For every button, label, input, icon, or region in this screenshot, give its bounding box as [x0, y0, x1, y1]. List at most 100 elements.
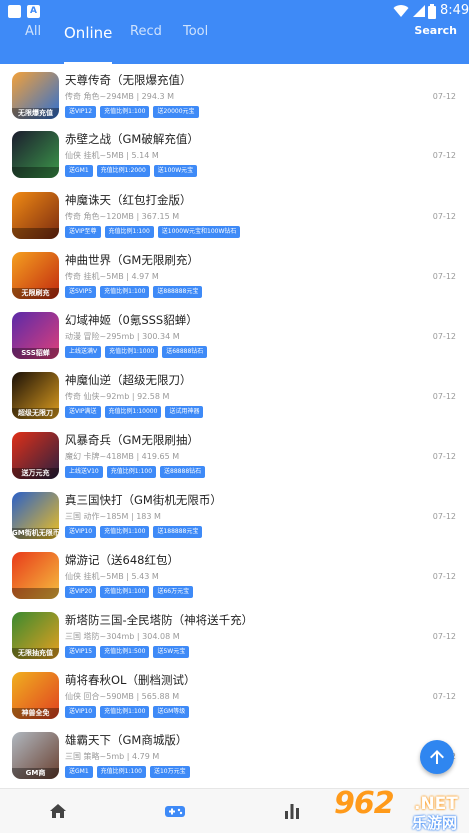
- status-bar: A 8:49: [0, 0, 469, 24]
- game-icon-caption: 超级无限刀: [12, 408, 59, 419]
- search-button[interactable]: Search: [414, 24, 457, 64]
- game-tag: 充值比例1:100: [106, 466, 157, 478]
- arrow-up-icon: [430, 750, 444, 764]
- game-meta: 仙侠 回合~590MB | 565.88 M: [65, 692, 180, 701]
- tab-recd[interactable]: Recd: [130, 24, 162, 64]
- nav-stats[interactable]: [284, 802, 304, 822]
- tab-label: Tool: [183, 24, 209, 39]
- game-tag: 充值比例1:100: [96, 766, 146, 778]
- game-meta: 魔幻 卡牌~418MB | 419.65 M: [65, 452, 180, 461]
- game-tag: 送68888钻石: [162, 346, 208, 358]
- game-icon-caption: GM街机无限币: [12, 528, 59, 539]
- game-date: 07-12: [432, 692, 456, 701]
- game-tag: 送888888元宝: [153, 286, 203, 298]
- signal-icon: [413, 5, 425, 17]
- game-icon-caption: [12, 167, 59, 178]
- game-list-item[interactable]: 神兽全免 萌将春秋OL（删档测试） 仙侠 回合~590MB | 565.88 M 送V…: [0, 668, 469, 728]
- game-tag: 上线送V10: [65, 466, 103, 478]
- game-list-item[interactable]: 神魔诛天（红包打金版） 传奇 角色~120MB | 367.15 M 送VIP至尊充…: [0, 188, 469, 248]
- nav-games[interactable]: [164, 802, 185, 822]
- game-list-item[interactable]: 无限抽充值 新塔防三国-全民塔防（神将送千充） 三国 塔防~304mb | 304.…: [0, 608, 469, 668]
- tab-all[interactable]: All: [25, 24, 41, 64]
- game-tags: 送VIP满送 充值比例1:10000 送试用神器: [65, 406, 207, 419]
- game-tags: 送VIP10 充值比例1:100 送188888元宝: [65, 526, 206, 539]
- tab-online[interactable]: Online: [64, 24, 113, 64]
- game-meta: 三国 动作~185M | 183 M: [65, 512, 161, 521]
- game-title: 神曲世界（GM无限刷充）: [65, 253, 199, 267]
- game-list-item[interactable]: 赤壁之战（GM破解充值） 仙侠 挂机~5MB | 5.14 M 送GM1 充值比例1:…: [0, 127, 469, 187]
- game-tag: 送10万元宝: [149, 766, 190, 778]
- game-meta: 三国 策略~5mb | 4.79 M: [65, 752, 160, 761]
- a-icon: A: [27, 5, 40, 18]
- game-title: 天尊传奇（无限爆充值）: [65, 73, 192, 87]
- game-meta: 动漫 冒险~295mb | 300.34 M: [65, 332, 180, 341]
- game-icon-caption: 送万元充: [12, 468, 59, 479]
- game-meta: 三国 塔防~304mb | 304.08 M: [65, 632, 180, 641]
- game-list-item[interactable]: GM商 雄霸天下（GM商城版） 三国 策略~5mb | 4.79 M 送GM1 充值比例…: [0, 728, 469, 788]
- game-list-item[interactable]: 嫦游记（送648红包） 仙侠 挂机~5MB | 5.43 M 送VIP20 充值比例1…: [0, 548, 469, 608]
- game-list-item[interactable]: 送万元充 风暴奇兵（GM无限刷抽） 魔幻 卡牌~418MB | 419.65 M 上线…: [0, 428, 469, 488]
- game-title: 萌将春秋OL（删档测试）: [65, 673, 196, 687]
- game-tag: 送1000W元宝和100W钻石: [157, 226, 241, 238]
- game-list-item[interactable]: GM街机无限币 真三国快打（GM街机无限币） 三国 动作~185M | 183 M 送…: [0, 488, 469, 548]
- game-icon-caption: 无限刷充: [12, 288, 59, 299]
- game-tags: 送VIP10 充值比例1:100 送GM等级: [65, 706, 193, 719]
- game-list-item[interactable]: 无限刷充 神曲世界（GM无限刷充） 传奇 挂机~5MB | 4.97 M 送SVIP5…: [0, 248, 469, 308]
- game-title: 赤壁之战（GM破解充值）: [65, 132, 199, 146]
- game-meta: 仙侠 挂机~5MB | 5.43 M: [65, 572, 159, 581]
- game-tag: 送88888钻石: [160, 466, 206, 478]
- clock: 8:49: [440, 3, 469, 18]
- game-tags: 送GM1 充值比例1:100 送10万元宝: [65, 766, 194, 779]
- game-icon-caption: GM商: [12, 768, 59, 779]
- game-tag: 上线送满V: [65, 346, 102, 358]
- game-icon-caption: 无限抽充值: [12, 648, 59, 659]
- game-title: 新塔防三国-全民塔防（神将送千充）: [65, 613, 254, 627]
- game-tags: 送GM1 充值比例1:2000 送100W元宝: [65, 165, 201, 178]
- game-date: 07-12: [432, 632, 456, 641]
- game-tag: 充值比例1:100: [104, 226, 154, 238]
- game-tag: 送GM等级: [153, 706, 190, 718]
- app-icon: [8, 5, 21, 18]
- game-icon: 无限爆充值: [12, 72, 59, 119]
- game-tag: 送试用神器: [165, 406, 204, 418]
- game-tag: 充值比例1:100: [100, 106, 150, 118]
- game-meta: 仙侠 挂机~5MB | 5.14 M: [65, 151, 159, 160]
- game-tag: 充值比例1:10000: [104, 406, 162, 418]
- game-meta: 传奇 仙侠~92mb | 92.58 M: [65, 392, 170, 401]
- game-date: 07-12: [432, 452, 456, 461]
- battery-icon: [428, 4, 436, 19]
- game-tags: 上线送V10 充值比例1:100 送88888钻石: [65, 466, 209, 479]
- game-icon: 神兽全免: [12, 672, 59, 719]
- game-tag: 送VIP15: [65, 646, 97, 658]
- game-list-item[interactable]: 无限爆充值 天尊传奇（无限爆充值） 传奇 角色~294MB | 294.3 M 送VI…: [0, 68, 469, 128]
- game-meta: 传奇 角色~294MB | 294.3 M: [65, 92, 175, 101]
- scroll-to-top-button[interactable]: [420, 740, 454, 774]
- game-tag: 送66万元宝: [153, 586, 194, 598]
- game-icon-caption: [12, 588, 59, 599]
- game-date: 07-12: [432, 572, 456, 581]
- game-tags: 送VIP20 充值比例1:100 送66万元宝: [65, 586, 197, 599]
- game-title: 神魔诛天（红包打金版）: [65, 193, 192, 207]
- game-tags: 送VIP12 充值比例1:100 送20000元宝: [65, 106, 203, 119]
- game-tag: 送SVIP5: [65, 286, 97, 298]
- game-icon: 无限抽充值: [12, 612, 59, 659]
- game-list-item[interactable]: 超级无限刀 神魔仙逆（超级无限刀） 传奇 仙侠~92mb | 92.58 M 送VIP…: [0, 368, 469, 428]
- game-icon: [12, 192, 59, 239]
- watermark-cn: 乐游网: [412, 814, 458, 832]
- tab-label: All: [25, 24, 42, 39]
- game-tag: 送VIP至尊: [65, 226, 101, 238]
- tab-label: Recd: [130, 24, 162, 39]
- game-date: 07-12: [432, 392, 456, 401]
- nav-home[interactable]: [49, 802, 69, 822]
- game-title: 雄霸天下（GM商城版）: [65, 733, 188, 747]
- game-date: 07-12: [432, 92, 456, 101]
- game-list[interactable]: 无限爆充值 天尊传奇（无限爆充值） 传奇 角色~294MB | 294.3 M 送VI…: [0, 64, 469, 788]
- game-tag: 充值比例1:100: [100, 586, 150, 598]
- site-watermark: 962 .NET 乐游网: [330, 786, 469, 833]
- game-title: 嫦游记（送648红包）: [65, 553, 179, 567]
- game-list-item[interactable]: SSS貂蝉 幻域神姬（0氪SSS貂蝉） 动漫 冒险~295mb | 300.34 M…: [0, 308, 469, 368]
- game-tag: 送VIP20: [65, 586, 97, 598]
- game-meta: 传奇 挂机~5MB | 4.97 M: [65, 272, 159, 281]
- tab-tool[interactable]: Tool: [183, 24, 208, 64]
- game-icon: 超级无限刀: [12, 372, 59, 419]
